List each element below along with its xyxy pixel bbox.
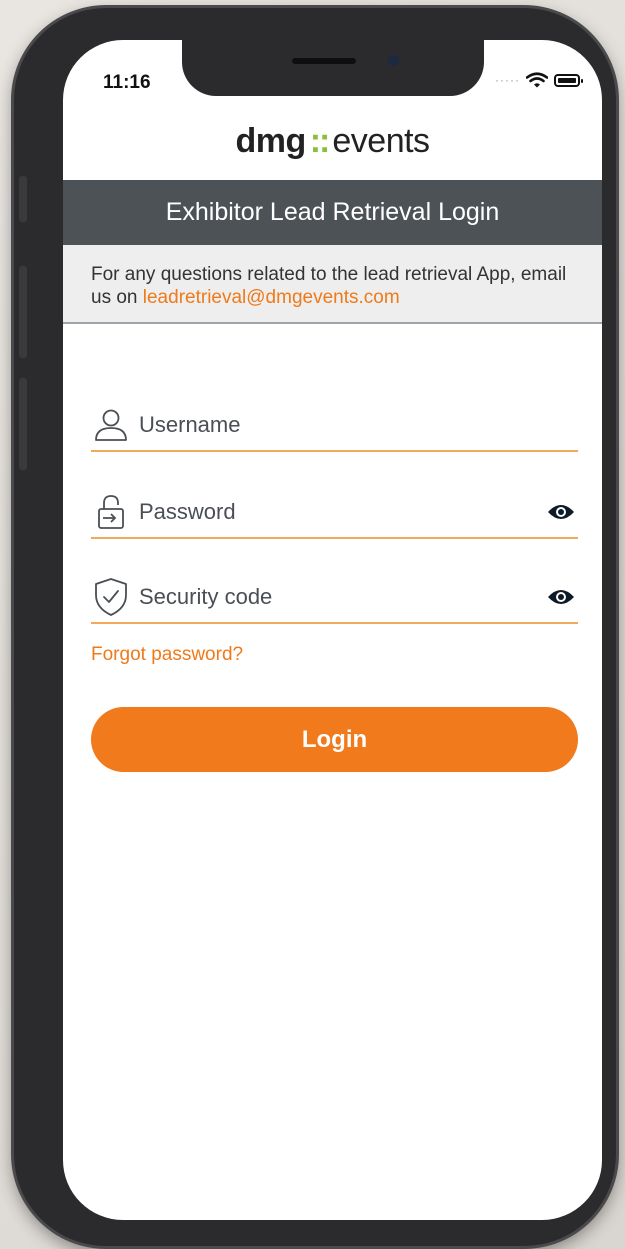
eye-icon[interactable] — [544, 580, 578, 614]
mute-switch — [19, 176, 27, 222]
dmg-events-logo: dmg:: events — [235, 122, 430, 160]
volume-down-button — [19, 378, 27, 470]
notch — [182, 40, 484, 96]
password-field[interactable]: Password — [91, 487, 578, 539]
login-button-label: Login — [301, 725, 368, 753]
phone-frame: 11:16 ····· dmg:: events Exhibitor Lead R… — [14, 8, 616, 1246]
wifi-icon — [526, 72, 548, 88]
support-email-link[interactable]: leadretrieval@dmgevents.com — [143, 287, 400, 308]
phone-screen: 11:16 ····· dmg:: events Exhibitor Lead R… — [63, 40, 602, 1220]
page-title: Exhibitor Lead Retrieval Login — [165, 198, 500, 226]
front-camera — [388, 55, 399, 66]
password-input[interactable]: Password — [139, 499, 544, 525]
page-title-bar: Exhibitor Lead Retrieval Login — [63, 180, 602, 245]
forgot-password-link[interactable]: Forgot password? — [91, 644, 243, 666]
info-banner: For any questions related to the lead re… — [63, 245, 602, 324]
username-field[interactable]: Username — [91, 400, 578, 452]
status-icons: ····· — [495, 72, 583, 88]
speaker — [292, 58, 356, 64]
cellular-dots-icon: ····· — [495, 73, 520, 87]
lock-icon — [91, 492, 131, 532]
shield-check-icon — [91, 577, 131, 617]
user-icon — [91, 405, 131, 445]
security-code-field[interactable]: Security code — [91, 572, 578, 624]
login-button[interactable]: Login — [91, 707, 578, 772]
battery-icon — [554, 73, 583, 87]
status-time: 11:16 — [103, 72, 151, 93]
security-code-input[interactable]: Security code — [139, 584, 544, 610]
volume-up-button — [19, 266, 27, 358]
eye-icon[interactable] — [544, 495, 578, 529]
username-input[interactable]: Username — [139, 412, 578, 438]
